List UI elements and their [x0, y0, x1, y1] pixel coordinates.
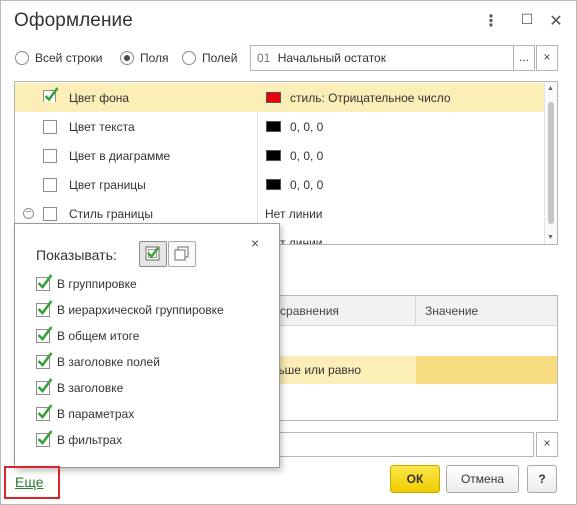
grid-row-border-color[interactable]: Цвет границы 0, 0, 0	[15, 170, 545, 199]
dialog-title: Оформление	[14, 10, 133, 31]
color-swatch	[266, 179, 281, 190]
row-checkbox[interactable]	[43, 207, 57, 221]
value-cell[interactable]	[416, 356, 557, 384]
radio-circle	[182, 51, 196, 65]
popup-item-total[interactable]: В общем итоге	[36, 326, 140, 343]
item-label: В параметрах	[57, 407, 135, 421]
scroll-down-icon[interactable]: ▼	[547, 234, 554, 241]
uncheck-all-icon	[174, 246, 189, 261]
item-label: В заголовке полей	[57, 355, 160, 369]
row-name: Стиль границы	[69, 207, 154, 221]
checkbox-checked[interactable]	[36, 274, 53, 291]
row-checkbox-checked[interactable]	[43, 87, 59, 105]
appearance-grid: Цвет фона стиль: Отрицательное число Цве…	[14, 81, 558, 245]
close-icon[interactable]: ✕	[546, 11, 566, 31]
more-link-highlight: Еще	[4, 466, 60, 499]
field-select-button[interactable]: ...	[513, 45, 535, 71]
item-label: В фильтрах	[57, 433, 123, 447]
checkmark-icon	[37, 274, 53, 289]
popup-item-header[interactable]: В заголовке	[36, 378, 124, 395]
row-name: Цвет фона	[69, 91, 130, 105]
checkbox-checked[interactable]	[36, 352, 53, 369]
field-value: Начальный остаток	[277, 51, 386, 65]
row-name: Цвет границы	[69, 178, 146, 192]
more-link[interactable]: Еще	[15, 474, 44, 490]
field-select-input[interactable]: 01 Начальный остаток	[250, 45, 514, 71]
check-all-icon	[145, 246, 160, 261]
grid-row-chart-color[interactable]: Цвет в диаграмме 0, 0, 0	[15, 141, 545, 170]
row-value[interactable]: 0, 0, 0	[290, 178, 323, 192]
popup-item-parameters[interactable]: В параметрах	[36, 404, 135, 421]
checkmark-icon	[37, 352, 53, 367]
maximize-icon[interactable]: ☐	[517, 11, 537, 28]
color-swatch	[266, 121, 281, 132]
appearance-dialog: Оформление ⋮ ☐ ✕ Всей строки Поля Полей …	[0, 0, 577, 505]
cancel-button[interactable]: Отмена	[446, 465, 519, 493]
column-divider	[257, 141, 258, 170]
checkmark-icon	[37, 326, 53, 341]
more-actions-icon[interactable]: ⋮	[481, 11, 501, 31]
column-divider	[257, 112, 258, 141]
bottom-clear-button[interactable]: ×	[536, 432, 558, 457]
field-code: 01	[257, 51, 271, 65]
check-all-button[interactable]	[139, 241, 167, 267]
item-label: В иерархической группировке	[57, 303, 224, 317]
grid-row-text-color[interactable]: Цвет текста 0, 0, 0	[15, 112, 545, 141]
collapse-icon[interactable]: −	[23, 208, 34, 219]
scroll-up-icon[interactable]: ▲	[547, 85, 554, 92]
row-value[interactable]: 0, 0, 0	[290, 120, 323, 134]
color-swatch	[266, 92, 281, 103]
row-checkbox[interactable]	[43, 120, 57, 134]
radio-label: Поля	[140, 51, 169, 65]
uncheck-all-button[interactable]	[168, 241, 196, 267]
popup-title: Показывать:	[36, 247, 117, 263]
radio-fields[interactable]: Полей	[182, 51, 237, 65]
checkmark-icon	[37, 430, 53, 445]
checkbox-checked[interactable]	[36, 326, 53, 343]
row-name: Цвет в диаграмме	[69, 149, 171, 163]
field-clear-button[interactable]: ×	[536, 45, 558, 71]
checkmark-icon	[37, 300, 53, 315]
popup-close-icon[interactable]: ×	[251, 235, 259, 251]
radio-circle	[15, 51, 29, 65]
column-divider	[257, 170, 258, 199]
column-divider	[257, 83, 258, 112]
radio-label: Полей	[202, 51, 238, 65]
checkbox-checked[interactable]	[36, 378, 53, 395]
checkmark-icon	[37, 404, 53, 419]
row-value[interactable]: 0, 0, 0	[290, 149, 323, 163]
column-divider	[415, 296, 416, 326]
row-value[interactable]: стиль: Отрицательное число	[290, 91, 451, 105]
popup-item-hierarchical[interactable]: В иерархической группировке	[36, 300, 224, 317]
item-label: В группировке	[57, 277, 137, 291]
grid-row-background-color[interactable]: Цвет фона стиль: Отрицательное число	[15, 83, 545, 112]
row-checkbox[interactable]	[43, 178, 57, 192]
row-name: Цвет текста	[69, 120, 135, 134]
color-swatch	[266, 150, 281, 161]
checkmark-icon	[37, 378, 53, 393]
checkbox-checked[interactable]	[36, 300, 53, 317]
popup-item-grouping[interactable]: В группировке	[36, 274, 137, 291]
popup-item-field-header[interactable]: В заголовке полей	[36, 352, 160, 369]
popup-item-filters[interactable]: В фильтрах	[36, 430, 123, 447]
scroll-thumb[interactable]	[548, 102, 554, 224]
item-label: В общем итоге	[57, 329, 140, 343]
row-value[interactable]: Нет линии	[265, 207, 323, 221]
row-checkbox[interactable]	[43, 149, 57, 163]
checkbox-checked[interactable]	[36, 430, 53, 447]
item-label: В заголовке	[57, 381, 124, 395]
ok-button[interactable]: ОК	[390, 465, 440, 493]
grid-scrollbar[interactable]: ▲ ▼	[544, 82, 557, 244]
radio-field[interactable]: Поля	[120, 51, 169, 65]
checkbox-checked[interactable]	[36, 404, 53, 421]
show-options-popup: × Показывать: В группировке В иерархичес…	[14, 223, 280, 468]
checkmark-icon	[43, 87, 59, 102]
radio-whole-row[interactable]: Всей строки	[15, 51, 103, 65]
help-button[interactable]: ?	[527, 465, 557, 493]
column-header-value: Значение	[425, 304, 479, 318]
radio-circle-selected	[120, 51, 134, 65]
radio-label: Всей строки	[35, 51, 103, 65]
